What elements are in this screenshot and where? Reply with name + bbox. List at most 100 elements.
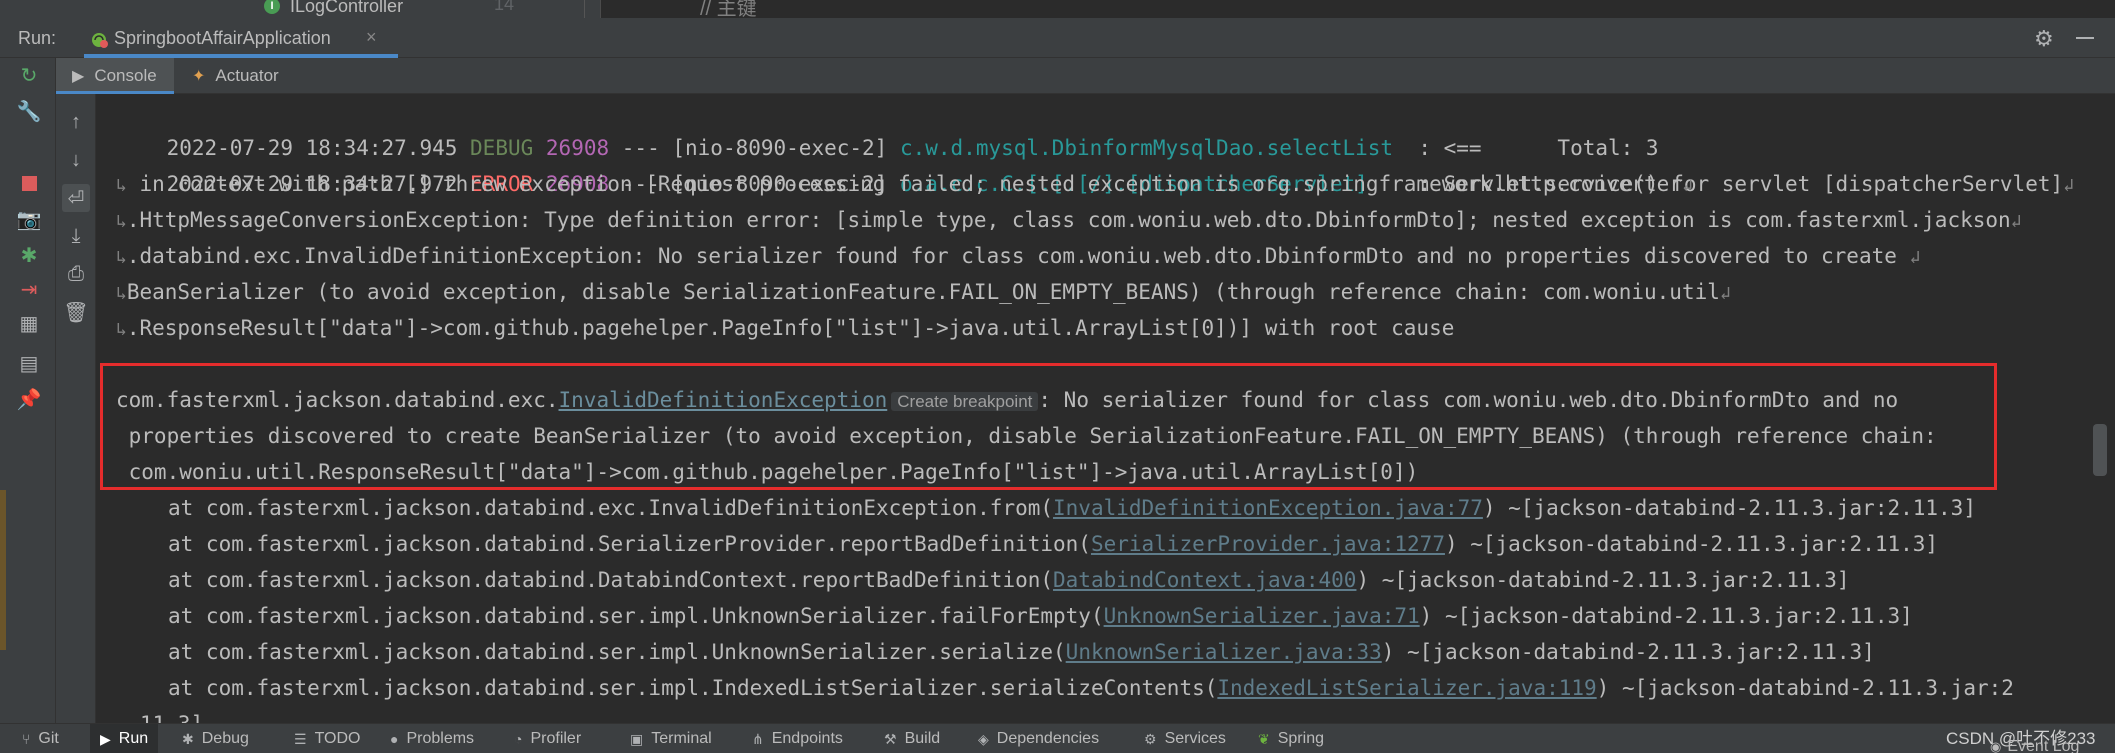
source-link[interactable]: InvalidDefinitionException.java:77 xyxy=(1053,496,1483,520)
soft-wrap-icon: ↲ xyxy=(1681,175,1693,196)
soft-wrap-icon: ↲ xyxy=(1909,247,1921,268)
wrapped-line: ↳.databind.exc.InvalidDefinitionExceptio… xyxy=(116,244,1921,268)
problems-icon: ● xyxy=(390,731,399,747)
edge-marker xyxy=(0,490,6,650)
actuator-icon: ✦ xyxy=(192,68,206,85)
tab-console-label: Console xyxy=(94,66,157,85)
source-link[interactable]: UnknownSerializer.java:33 xyxy=(1066,640,1382,664)
todo-icon: ☰ xyxy=(294,730,307,747)
tool-window-bar: ⑂ Git ▶ Run ✱ Debug ☰ TODO ● Problems ◔ Profil… xyxy=(0,723,2115,753)
run-tab-title: SpringbootAffairApplication xyxy=(114,28,331,48)
exception-line-1: com.fasterxml.jackson.databind.exc.Inval… xyxy=(116,388,1899,412)
soft-wrap-icon[interactable]: ⏎ xyxy=(62,184,90,212)
event-log-icon: ◉ xyxy=(1990,739,2002,753)
tool-endpoints[interactable]: ⋔ Endpoints xyxy=(752,724,843,753)
wrapped-line: ↳.ResponseResult["data"]->com.github.pag… xyxy=(116,316,1455,340)
wrap-continue-icon: ↳ xyxy=(116,283,127,304)
soft-wrap-icon: ↲ xyxy=(1719,283,1731,304)
stack-frame: at com.fasterxml.jackson.databind.exc.In… xyxy=(168,496,1976,520)
stack-frame: at com.fasterxml.jackson.databind.ser.im… xyxy=(168,640,1875,664)
wrapped-line: ↳BeanSerializer (to avoid exception, dis… xyxy=(116,280,1731,304)
stack-frame-continuation: 11.3] xyxy=(140,706,203,723)
tree-item-ilogcontroller[interactable]: ILogController xyxy=(290,0,403,17)
console-icon: ▶ xyxy=(72,68,85,85)
endpoints-icon: ⋔ xyxy=(752,730,764,747)
gear-icon[interactable]: ⚙ xyxy=(2034,26,2054,52)
run-config-tab[interactable]: SpringbootAffairApplication × xyxy=(84,18,398,58)
editor-residual-strip: I ILogController 14 // 主键 xyxy=(0,0,2115,18)
wrap-continue-icon: ↳ xyxy=(116,211,127,232)
wrapped-line: ↳ in context with path [] threw exceptio… xyxy=(116,172,1693,196)
scroll-to-end-icon[interactable]: ⤓ xyxy=(62,222,90,250)
spring-boot-app-icon xyxy=(92,33,108,48)
tool-git[interactable]: ⑂ Git xyxy=(22,724,59,753)
pane-divider xyxy=(584,0,585,18)
source-link[interactable]: SerializerProvider.java:1277 xyxy=(1091,532,1445,556)
console-scrollbar-thumb[interactable] xyxy=(2093,424,2107,476)
stack-frame: at com.fasterxml.jackson.databind.ser.im… xyxy=(168,676,2014,700)
soft-wrap-icon: ↲ xyxy=(2063,175,2074,196)
spring-icon: ❦ xyxy=(1258,730,1270,747)
tool-spring[interactable]: ❦ Spring xyxy=(1258,724,1324,753)
run-actions-toolbar: ↻ 🔧 📷 ✱ ⇥ ▦ ▤ 📌 xyxy=(0,58,56,723)
console-output[interactable]: 2022-07-29 18:34:27.945 DEBUG 26908 --- … xyxy=(96,94,2091,723)
gutter-divider xyxy=(600,0,601,18)
run-tool-window-header: Run: SpringbootAffairApplication × ⚙ xyxy=(0,18,2115,58)
tool-problems[interactable]: ● Problems xyxy=(390,724,474,753)
tool-debug[interactable]: ✱ Debug xyxy=(182,724,249,753)
wrapped-line: ↳.HttpMessageConversionException: Type d… xyxy=(116,208,2022,232)
stack-frame: at com.fasterxml.jackson.databind.Serial… xyxy=(168,532,1939,556)
wrap-continue-icon: ↳ xyxy=(116,247,127,268)
exception-line-2: properties discovered to create BeanSeri… xyxy=(116,424,1937,448)
console-actions-toolbar: ↑ ↓ ⏎ ⤓ ⎙ 🗑 xyxy=(56,94,96,723)
print-icon[interactable]: ⎙ xyxy=(62,260,90,288)
pin-icon[interactable]: 📌 xyxy=(16,386,42,412)
source-link[interactable]: UnknownSerializer.java:71 xyxy=(1104,604,1420,628)
arrow-down-icon[interactable]: ↓ xyxy=(62,146,90,174)
source-link[interactable]: DatabindContext.java:400 xyxy=(1053,568,1356,592)
debug-bug-icon[interactable]: ✱ xyxy=(16,242,42,268)
wrench-icon[interactable]: 🔧 xyxy=(16,98,42,124)
log-line: 2022-07-29 18:34:27.972 ERROR 26908 --- … xyxy=(166,172,2074,196)
tab-console[interactable]: ▶ Console xyxy=(56,58,174,94)
source-link[interactable]: IndexedListSerializer.java:119 xyxy=(1217,676,1596,700)
console-tab-bar: ▶ Console ✦ Actuator xyxy=(56,58,2115,94)
console-scrollbar-track[interactable] xyxy=(2091,94,2115,723)
terminal-icon: ▣ xyxy=(630,730,644,747)
debug-icon: ✱ xyxy=(182,730,194,747)
dependencies-icon: ◈ xyxy=(978,730,989,747)
build-icon: ⚒ xyxy=(884,730,897,747)
exception-class-link[interactable]: InvalidDefinitionException xyxy=(559,388,888,412)
wrap-continue-icon: ↳ xyxy=(116,175,127,196)
tool-run[interactable]: ▶ Run xyxy=(90,724,159,753)
stack-frame: at com.fasterxml.jackson.databind.Databi… xyxy=(168,568,1850,592)
close-icon[interactable]: × xyxy=(366,27,377,48)
stop-icon[interactable] xyxy=(16,170,42,196)
stack-frame: at com.fasterxml.jackson.databind.ser.im… xyxy=(168,604,1913,628)
run-icon: ▶ xyxy=(100,730,111,747)
tool-dependencies[interactable]: ◈ Dependencies xyxy=(978,724,1099,753)
tool-build[interactable]: ⚒ Build xyxy=(884,724,940,753)
tool-services[interactable]: ⚙ Services xyxy=(1144,724,1226,753)
tab-actuator-label: Actuator xyxy=(215,66,279,85)
services-icon: ⚙ xyxy=(1144,730,1157,747)
layout-icon[interactable]: ▦ xyxy=(16,310,42,336)
git-icon: ⑂ xyxy=(22,731,31,747)
tool-terminal[interactable]: ▣ Terminal xyxy=(630,724,712,753)
minimize-icon[interactable] xyxy=(2076,28,2094,48)
trash-icon[interactable]: 🗑 xyxy=(62,298,90,326)
soft-wrap-icon: ↲ xyxy=(2010,211,2022,232)
tool-profiler[interactable]: ◔ Profiler xyxy=(514,724,581,753)
camera-icon[interactable]: 📷 xyxy=(16,206,42,232)
tool-todo[interactable]: ☰ TODO xyxy=(294,724,361,753)
create-breakpoint-hint[interactable]: Create breakpoint xyxy=(891,392,1039,411)
arrow-up-icon[interactable]: ↑ xyxy=(62,108,90,136)
tab-actuator[interactable]: ✦ Actuator xyxy=(192,58,312,94)
tool-event-log[interactable]: ◉ Event Log xyxy=(1990,738,2079,753)
editor-line-number: 14 xyxy=(494,0,515,14)
layout-grid-icon[interactable]: ▤ xyxy=(16,350,42,376)
rerun-icon[interactable]: ↻ xyxy=(16,62,42,88)
exit-icon[interactable]: ⇥ xyxy=(16,276,42,302)
profiler-icon: ◔ xyxy=(514,731,523,747)
exception-line-3: com.woniu.util.ResponseResult["data"]->c… xyxy=(116,460,1419,484)
